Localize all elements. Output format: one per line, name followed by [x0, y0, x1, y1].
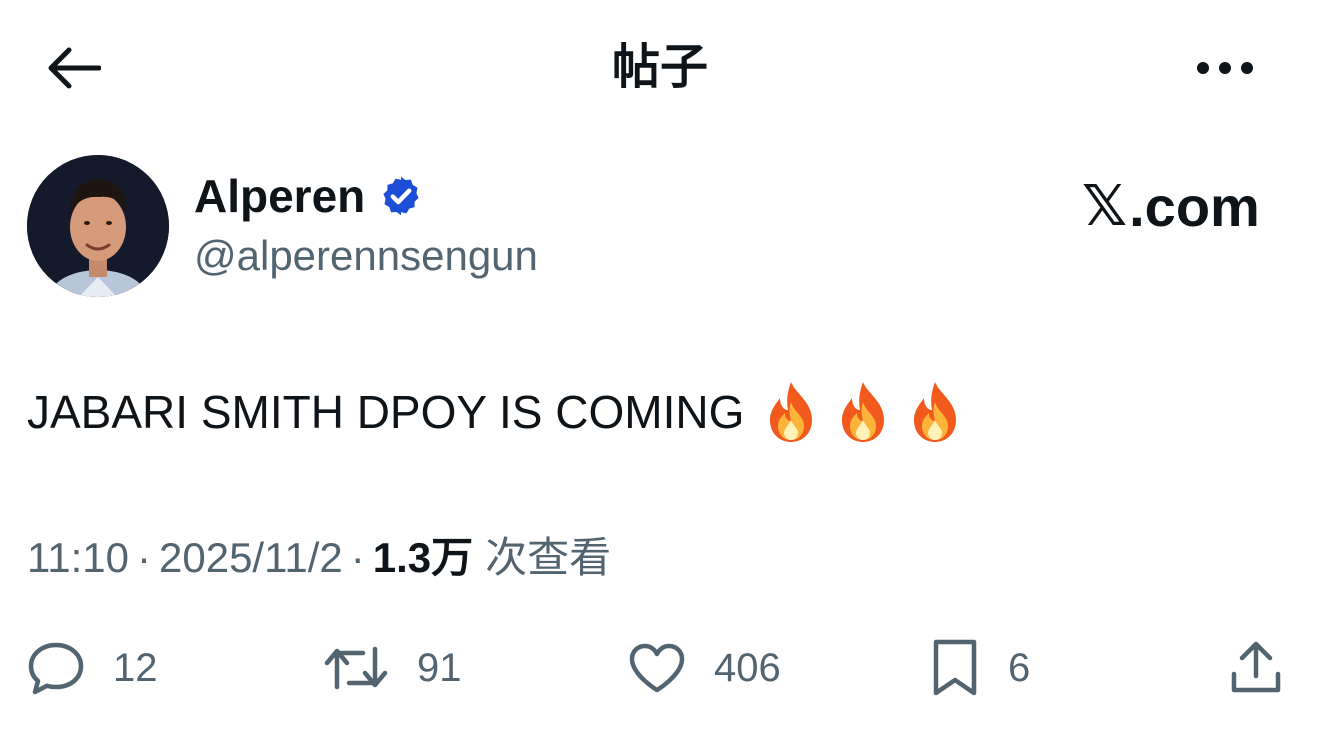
author-name-row[interactable]: Alperen [194, 168, 423, 224]
tweet-text: JABARI SMITH DPOY IS COMING [27, 380, 978, 444]
retweet-count: 91 [417, 646, 462, 690]
reply-button[interactable]: 12 [27, 638, 158, 698]
fire-emoji-icon [842, 382, 885, 442]
like-button[interactable]: 406 [628, 638, 781, 698]
more-options-button[interactable] [1190, 40, 1260, 96]
views-label: 次查看 [485, 534, 612, 581]
retweet-button[interactable]: 91 [323, 638, 462, 698]
verified-badge-icon [379, 174, 423, 218]
like-count: 406 [714, 646, 781, 690]
arrow-left-icon [48, 47, 101, 89]
tweet-time[interactable]: 11:10 [27, 534, 129, 581]
x-com-watermark: 𝕏 .com [1082, 174, 1260, 238]
x-logo-icon: 𝕏 [1082, 174, 1128, 237]
heart-icon [629, 643, 685, 693]
meta-separator: · [350, 534, 365, 581]
reply-icon [28, 642, 84, 695]
tweet-text-content: JABARI SMITH DPOY IS COMING [27, 386, 745, 438]
tweet-meta: 11:10 · 2025/11/2 · 1.3万 次查看 [27, 532, 611, 584]
tweet-detail-page: 帖子 Alperen @alperennsengun 𝕏 .com JABARI… [0, 0, 1320, 742]
share-icon [1231, 641, 1281, 693]
watermark-text: .com [1129, 174, 1260, 238]
emoji-group [762, 380, 978, 444]
author-display-name[interactable]: Alperen [194, 168, 365, 224]
retweet-icon [324, 646, 388, 690]
reply-count: 12 [113, 646, 158, 690]
author-handle[interactable]: @alperennsengun [194, 230, 538, 282]
bookmark-button[interactable]: 6 [930, 638, 1030, 698]
bookmark-icon [933, 639, 977, 696]
fire-emoji-icon [770, 382, 813, 442]
share-button[interactable] [1228, 638, 1284, 698]
bookmark-count: 6 [1008, 646, 1031, 690]
more-horizontal-icon [1197, 62, 1253, 74]
back-button[interactable] [40, 40, 106, 96]
fire-emoji-icon [914, 382, 957, 442]
page-title: 帖子 [611, 41, 708, 94]
views-count[interactable]: 1.3万 [373, 534, 473, 581]
avatar[interactable] [27, 155, 169, 297]
tweet-date[interactable]: 2025/11/2 [159, 534, 343, 581]
meta-separator: · [137, 534, 151, 581]
avatar-photo [27, 155, 169, 297]
